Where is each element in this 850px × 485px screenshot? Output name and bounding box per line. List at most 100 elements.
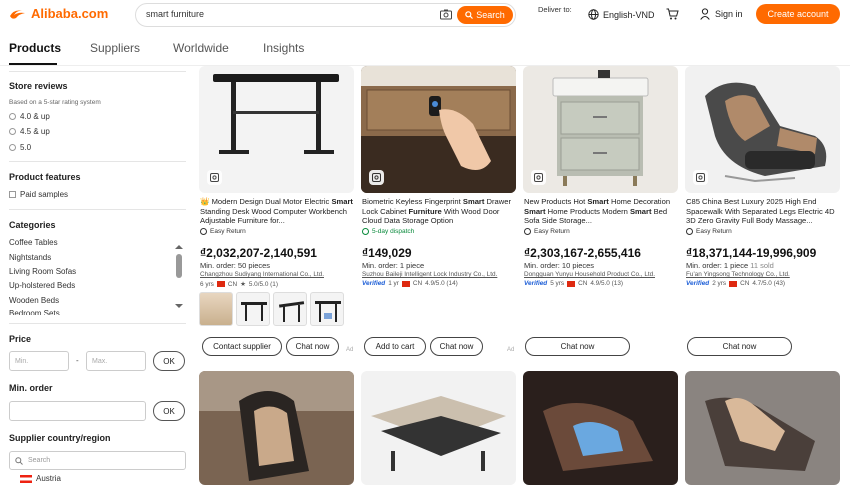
min-order-ok-button[interactable]: OK [153, 401, 185, 421]
price-min-input[interactable]: Min. [9, 351, 69, 371]
create-account-button[interactable]: Create account [756, 4, 840, 24]
product-card[interactable] [199, 371, 354, 485]
supplier-link[interactable]: Dongguan Yunyu Household Product Co., Lt… [524, 271, 655, 278]
product-card[interactable]: 👑 Modern Design Dual Motor Electric Smar… [199, 66, 354, 366]
ad-label: Ad [346, 347, 354, 353]
product-title[interactable]: Biometric Keyless Fingerprint Smart Draw… [362, 197, 518, 226]
china-flag-icon [401, 280, 410, 287]
rating-option-5-0[interactable]: 5.0 [9, 143, 31, 152]
years-label: 1 yr [388, 280, 399, 287]
product-card[interactable]: New Products Hot Smart Home Decoration S… [523, 66, 678, 366]
product-image-massage-chair[interactable] [685, 371, 840, 485]
category-item[interactable]: Nightstands [9, 253, 51, 262]
thumbnail[interactable] [273, 292, 307, 326]
paid-samples-option[interactable]: Paid samples [9, 190, 68, 199]
product-image-smart-nightstand[interactable] [523, 66, 678, 193]
product-card[interactable] [523, 371, 678, 485]
thumbnail[interactable] [310, 292, 344, 326]
category-scrollbar[interactable] [176, 254, 182, 278]
visual-search-icon[interactable] [369, 170, 384, 185]
chat-now-button[interactable]: Chat now [687, 337, 792, 356]
checkbox[interactable] [9, 191, 16, 198]
alibaba-logo[interactable]: Alibaba.com [8, 6, 108, 21]
deliver-to[interactable]: Deliver to: [538, 5, 572, 14]
tab-worldwide[interactable]: Worldwide [173, 41, 229, 55]
product-card[interactable] [361, 371, 516, 485]
visual-search-icon[interactable] [207, 170, 222, 185]
product-features-title: Product features [9, 172, 81, 182]
product-image-massage-chair[interactable] [685, 66, 840, 193]
ad-label: Ad [507, 347, 515, 353]
divider [9, 323, 186, 324]
paid-samples-label: Paid samples [20, 190, 69, 199]
logo-text: Alibaba.com [31, 6, 109, 21]
tab-products[interactable]: Products [9, 41, 61, 55]
thumbnail[interactable] [199, 292, 233, 326]
supplier-link[interactable]: Changzhou Sudiyang International Co., Lt… [200, 271, 324, 278]
return-icon [524, 228, 531, 235]
product-image-standing-desk[interactable] [199, 66, 354, 193]
category-item[interactable]: Living Room Sofas [9, 267, 76, 276]
region-search-placeholder: Search [28, 457, 51, 464]
rating-label: 4.7/5.0 (43) [752, 280, 785, 287]
product-card[interactable]: C85 China Best Luxury 2025 High End Spac… [685, 66, 840, 366]
add-to-cart-button[interactable]: Add to cart [364, 337, 426, 356]
product-title[interactable]: C85 China Best Luxury 2025 High End Spac… [686, 197, 842, 226]
sign-in-link[interactable]: Sign in [700, 8, 743, 20]
product-title[interactable]: 👑 Modern Design Dual Motor Electric Smar… [200, 197, 356, 226]
visual-search-icon[interactable] [531, 170, 546, 185]
thumbnail[interactable] [236, 292, 270, 326]
product-image-massage-chair[interactable] [199, 371, 354, 485]
supplier-link[interactable]: Fu'an Yingsong Technology Co., Ltd. [686, 271, 790, 278]
divider [9, 209, 186, 210]
min-order: Min. order: 1 piece 11 sold [686, 261, 774, 270]
sign-in-label: Sign in [715, 9, 743, 19]
radio-button[interactable] [9, 113, 16, 120]
chat-now-button[interactable]: Chat now [525, 337, 630, 356]
search-box[interactable]: smart furniture Search [135, 3, 516, 27]
min-order-input[interactable] [9, 401, 146, 421]
category-item[interactable]: Coffee Tables [9, 238, 58, 247]
rating-option-label: 4.0 & up [20, 112, 50, 121]
radio-button[interactable] [9, 144, 16, 151]
product-card[interactable]: Biometric Keyless Fingerprint Smart Draw… [361, 66, 516, 366]
rating-label: 4.9/5.0 (13) [590, 280, 623, 287]
product-image-adjustable-bed[interactable] [361, 371, 516, 485]
rating-option-4-5[interactable]: 4.5 & up [9, 127, 50, 136]
region-search-input[interactable]: Search [9, 451, 186, 470]
tab-suppliers[interactable]: Suppliers [90, 41, 140, 55]
search-button[interactable]: Search [457, 6, 513, 24]
product-card[interactable] [685, 371, 840, 485]
search-input[interactable]: smart furniture [146, 9, 204, 19]
contact-supplier-button[interactable]: Contact supplier [202, 337, 282, 356]
return-icon [200, 228, 207, 235]
rating-option-label: 5.0 [20, 143, 32, 152]
filter-sidebar: Store reviews Based on a 5-star rating s… [0, 66, 190, 485]
category-item[interactable]: Up-holstered Beds [9, 281, 75, 290]
user-icon [700, 8, 710, 20]
category-item[interactable]: Wooden Beds [9, 296, 59, 305]
scroll-up-icon[interactable] [175, 244, 183, 250]
camera-icon[interactable] [440, 9, 452, 20]
scroll-down-icon[interactable] [175, 303, 183, 309]
chat-now-button[interactable]: Chat now [286, 337, 339, 356]
tab-insights[interactable]: Insights [263, 41, 304, 55]
category-item[interactable]: Bedroom Sets [9, 309, 60, 315]
country-option-austria[interactable]: Austria [20, 474, 61, 483]
product-image-massage-chair[interactable] [523, 371, 678, 485]
verified-badge: Verified [362, 280, 386, 287]
language-selector[interactable]: English-VND [588, 9, 655, 20]
product-title[interactable]: New Products Hot Smart Home Decoration S… [524, 197, 680, 226]
rating-option-4-0[interactable]: 4.0 & up [9, 112, 50, 121]
product-price: ₫149,029 [362, 246, 412, 260]
product-image-fingerprint-lock[interactable] [361, 66, 516, 193]
visual-search-icon[interactable] [693, 170, 708, 185]
price-max-input[interactable]: Max. [86, 351, 146, 371]
store-reviews-title: Store reviews [9, 81, 68, 91]
supplier-link[interactable]: Suzhou Baileji Intelligent Lock Industry… [362, 271, 497, 278]
price-ok-button[interactable]: OK [153, 351, 185, 371]
radio-button[interactable] [9, 128, 16, 135]
cart-icon[interactable] [666, 8, 679, 20]
chat-now-button[interactable]: Chat now [430, 337, 483, 356]
easy-return-badge: Easy Return [686, 228, 732, 235]
